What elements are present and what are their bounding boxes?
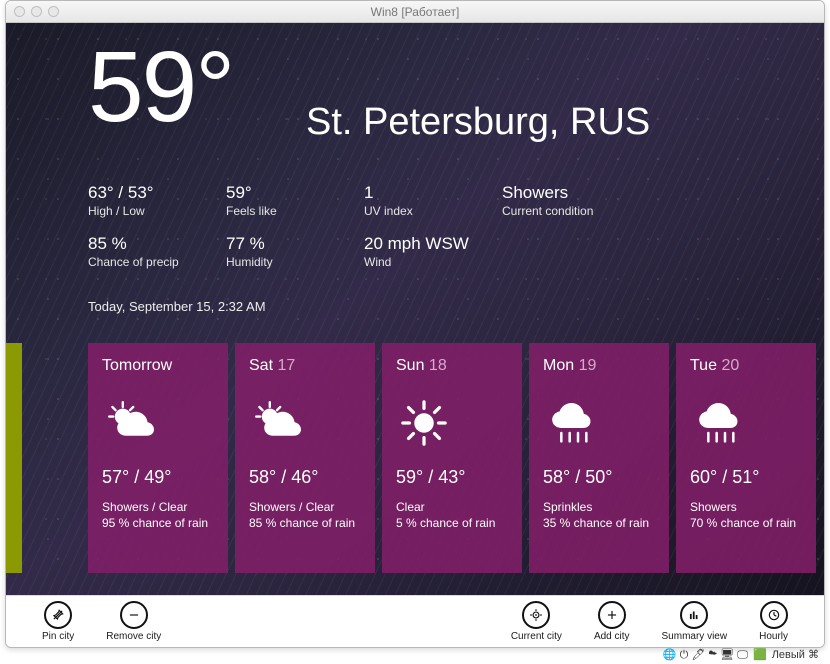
statusbar-text: Левый ⌘	[772, 649, 819, 661]
forecast-rain-chance: 35 % chance of rain	[543, 516, 655, 530]
partly-cloudy-icon	[102, 397, 214, 449]
stat-highlow: 63° / 53° High / Low	[88, 183, 226, 218]
forecast-day-name: Sun 18	[396, 357, 508, 375]
stats-grid: 63° / 53° High / Low 59° Feels like 1 UV…	[88, 183, 682, 269]
stat-feels-like: 59° Feels like	[226, 183, 364, 218]
tray-icons: 🌐 ⏻ 🖊 ☁ 🖥 🖵	[663, 649, 751, 661]
locate-icon	[522, 601, 550, 629]
forecast-condition: Showers	[690, 500, 802, 514]
timestamp: Today, September 15, 2:32 AM	[88, 299, 266, 314]
forecast-condition: Showers / Clear	[249, 500, 361, 514]
forecast-rain-chance: 95 % chance of rain	[102, 516, 214, 530]
plus-icon	[598, 601, 626, 629]
forecast-day[interactable]: Mon 19 58° / 50° Sprinkles 35 % chance of r…	[529, 343, 669, 573]
forecast-condition: Sprinkles	[543, 500, 655, 514]
forecast-day[interactable]: Tomorrow 57° / 49° Showers / Clear 95 % cha…	[88, 343, 228, 573]
forecast-rain-chance: 5 % chance of rain	[396, 516, 508, 530]
location-label: St. Petersburg, RUS	[306, 101, 650, 144]
forecast-rain-chance: 70 % chance of rain	[690, 516, 802, 530]
forecast-day[interactable]: Tue 20 60° / 51° Showers 70 % chance of rai…	[676, 343, 816, 573]
current-temp: 59°	[88, 37, 233, 137]
sunny-icon	[396, 397, 508, 449]
forecast-condition: Clear	[396, 500, 508, 514]
titlebar: Win8 [Работает]	[6, 1, 824, 23]
app-bar: Pin city Remove city Current city Add ci…	[6, 595, 824, 647]
rain-icon	[690, 397, 802, 449]
forecast-temps: 60° / 51°	[690, 467, 802, 488]
forecast-temps: 58° / 46°	[249, 467, 361, 488]
host-statusbar: 🌐 ⏻ 🖊 ☁ 🖥 🖵 🟩 Левый ⌘	[5, 648, 825, 664]
partly-cloudy-icon	[249, 397, 361, 449]
stat-precip: 85 % Chance of precip	[88, 234, 226, 269]
pin-icon	[44, 601, 72, 629]
remove-city-button[interactable]: Remove city	[106, 601, 161, 642]
forecast-condition: Showers / Clear	[102, 500, 214, 514]
hourly-button[interactable]: Hourly	[759, 601, 788, 642]
summary-view-button[interactable]: Summary view	[662, 601, 728, 642]
forecast-temps: 58° / 50°	[543, 467, 655, 488]
forecast-temps: 59° / 43°	[396, 467, 508, 488]
current-city-button[interactable]: Current city	[511, 601, 562, 642]
rain-icon	[543, 397, 655, 449]
stat-wind: 20 mph WSW Wind	[364, 234, 502, 269]
forecast-rain-chance: 85 % chance of rain	[249, 516, 361, 530]
clock-icon	[760, 601, 788, 629]
window-title: Win8 [Работает]	[6, 5, 824, 19]
add-city-button[interactable]: Add city	[594, 601, 630, 642]
stat-condition: Showers Current condition	[502, 183, 682, 218]
forecast-day-name: Tue 20	[690, 357, 802, 375]
forecast-day-name: Sat 17	[249, 357, 361, 375]
forecast-temps: 57° / 49°	[102, 467, 214, 488]
app-window: Win8 [Работает] 59° St. Petersburg, RUS …	[5, 0, 825, 648]
stat-humidity: 77 % Humidity	[226, 234, 364, 269]
forecast-day-name: Tomorrow	[102, 357, 214, 375]
pin-city-button[interactable]: Pin city	[42, 601, 74, 642]
hero-temperature: 59°	[88, 37, 233, 137]
forecast-row: Tomorrow 57° / 49° Showers / Clear 95 % cha…	[88, 343, 816, 573]
minus-icon	[120, 601, 148, 629]
tray-flag-icon: 🟩	[753, 649, 767, 661]
forecast-day-name: Mon 19	[543, 357, 655, 375]
forecast-day[interactable]: Sat 17 58° / 46° Showers / Clear 85 % chanc…	[235, 343, 375, 573]
forecast-day[interactable]: Sun 18 59° / 43° Clear 5 % chance of rain	[382, 343, 522, 573]
weather-content: 59° St. Petersburg, RUS 63° / 53° High /…	[6, 23, 824, 597]
stat-uv-index: 1 UV index	[364, 183, 502, 218]
prev-city-tab[interactable]	[6, 343, 22, 573]
bars-icon	[680, 601, 708, 629]
